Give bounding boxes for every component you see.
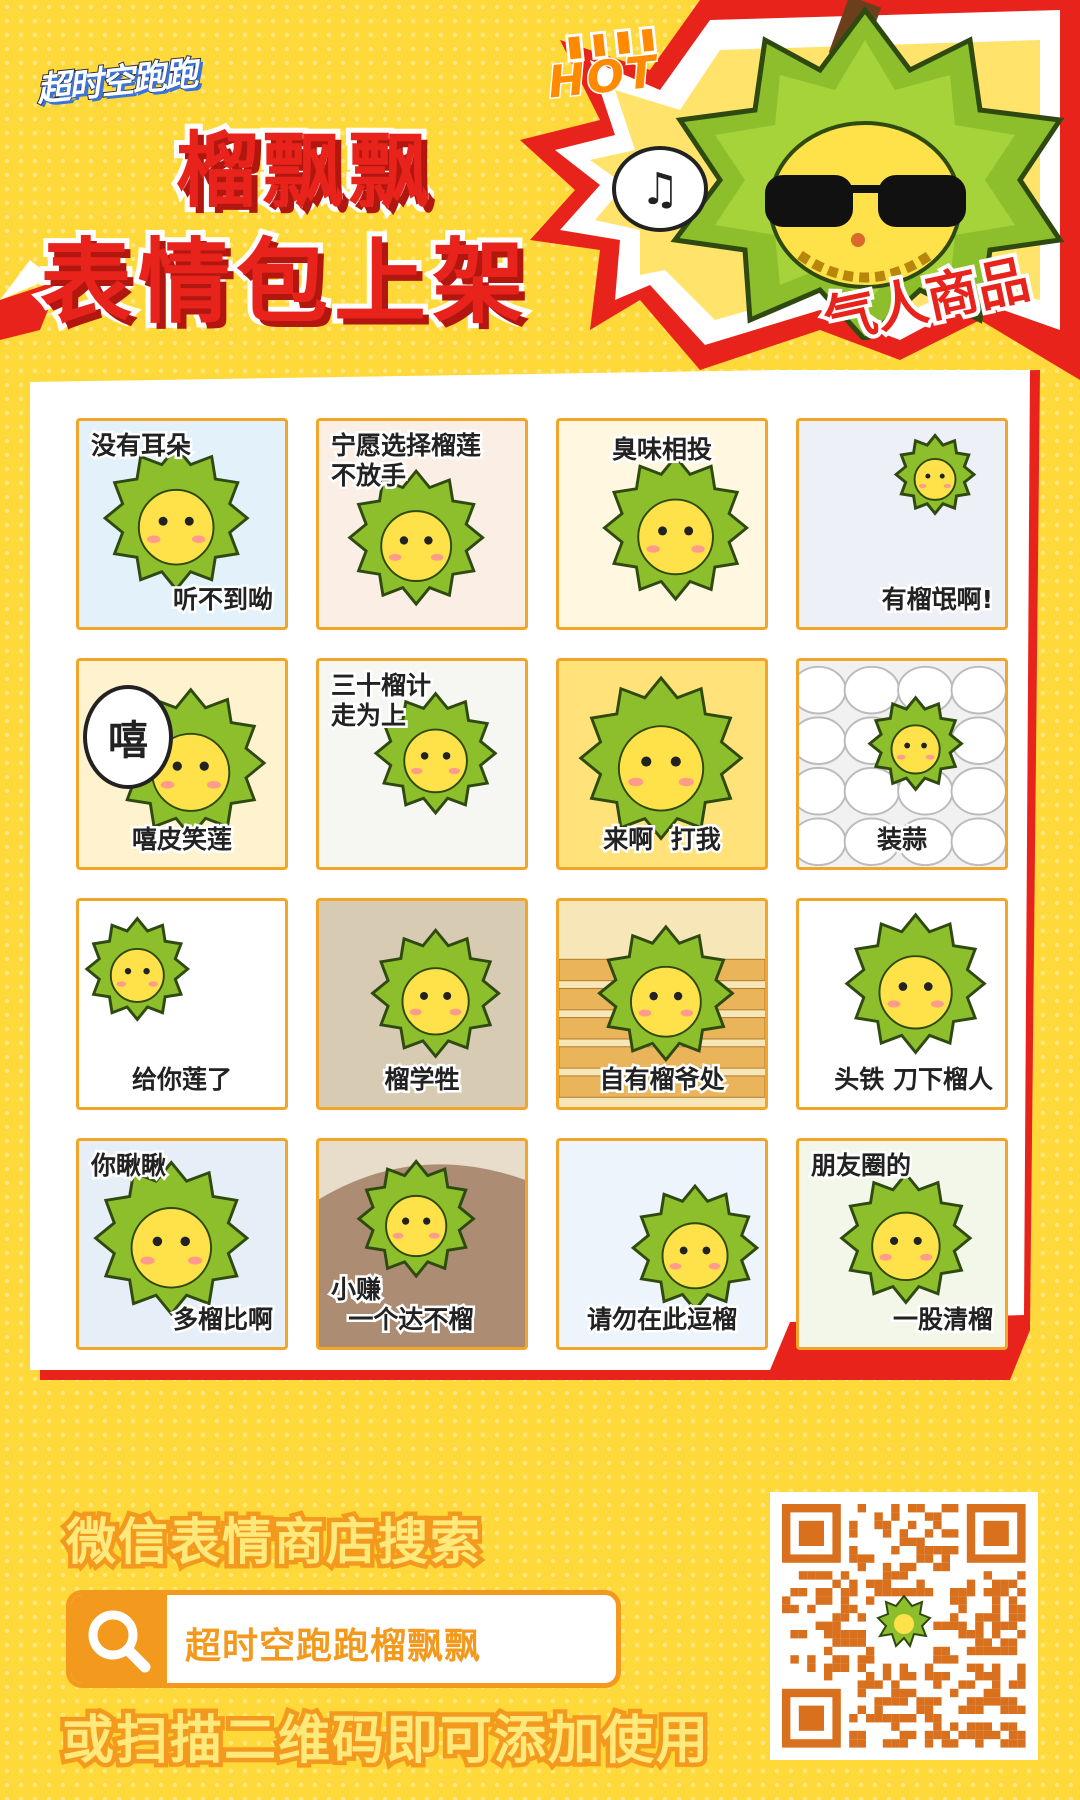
- sticker-11[interactable]: 自有榴爷处: [556, 898, 768, 1110]
- sticker-caption: 头铁 刀下榴人: [832, 1063, 996, 1097]
- sticker-13[interactable]: 你瞅瞅多榴比啊: [76, 1138, 288, 1350]
- sticker-15[interactable]: 请勿在此逗榴: [556, 1138, 768, 1350]
- sticker-caption: 装蒜: [874, 823, 929, 857]
- search-icon: [71, 1595, 167, 1683]
- sticker-caption: 三十榴计 走为上: [328, 669, 433, 733]
- sticker-6[interactable]: 三十榴计 走为上: [316, 658, 528, 870]
- sticker-caption: 朋友圈的: [808, 1149, 913, 1183]
- sticker-caption: 没有耳朵: [88, 429, 193, 463]
- title-line-1: 榴飘飘: [171, 119, 435, 224]
- music-note-icon: ♫: [640, 163, 680, 215]
- music-note-bubble: ♫: [612, 146, 708, 232]
- sticker-grid: 没有耳朵听不到呦 宁愿选择榴莲 不放手 臭味相投 有榴氓啊! 嘻皮笑莲 嘻 三十榴…: [76, 418, 1010, 1350]
- sticker-caption: 嘻皮笑莲: [129, 823, 234, 857]
- sticker-5[interactable]: 嘻皮笑莲 嘻: [76, 658, 288, 870]
- qr-code[interactable]: [770, 1492, 1038, 1760]
- sticker-1[interactable]: 没有耳朵听不到呦: [76, 418, 288, 630]
- sticker-caption: 有榴氓啊!: [879, 583, 995, 617]
- sticker-caption-2: 多榴比啊: [170, 1303, 275, 1337]
- sticker-caption: 自有榴爷处: [597, 1063, 727, 1097]
- sticker-caption: 宁愿选择榴莲 不放手: [328, 429, 483, 493]
- sticker-caption: 臭味相投: [609, 433, 714, 467]
- cta-line-2: 或扫描二维码即可添加使用: [57, 1707, 712, 1776]
- sticker-caption: 小赚 一个达不榴: [328, 1273, 475, 1337]
- sticker-caption: 你瞅瞅: [88, 1149, 168, 1183]
- sticker-caption-2: 一股清榴: [890, 1303, 995, 1337]
- sticker-8[interactable]: 装蒜: [796, 658, 1008, 870]
- sticker-caption-2: 听不到呦: [170, 583, 275, 617]
- sticker-4[interactable]: 有榴氓啊!: [796, 418, 1008, 630]
- sticker-12[interactable]: 头铁 刀下榴人: [796, 898, 1008, 1110]
- sticker-caption: 榴学牲: [382, 1063, 462, 1097]
- sticker-2[interactable]: 宁愿选择榴莲 不放手: [316, 418, 528, 630]
- sticker-7[interactable]: 来啊 打我: [556, 658, 768, 870]
- cta-line-1: 微信表情商店搜索: [62, 1509, 485, 1576]
- sticker-3[interactable]: 臭味相投: [556, 418, 768, 630]
- sticker-10[interactable]: 榴学牲: [316, 898, 528, 1110]
- search-box[interactable]: 超时空跑跑榴飘飘: [66, 1590, 621, 1688]
- game-logo: 超时空跑跑: [14, 24, 204, 112]
- sticker-caption: 来啊 打我: [601, 823, 723, 857]
- title-line-2: 表情包上架: [35, 224, 530, 341]
- speech-bubble: 嘻: [83, 685, 173, 789]
- sticker-caption: 给你莲了: [129, 1063, 234, 1097]
- search-text: 超时空跑跑榴飘飘: [185, 1626, 482, 1667]
- sticker-16[interactable]: 朋友圈的一股清榴: [796, 1138, 1008, 1350]
- sticker-caption: 请勿在此逗榴: [584, 1303, 739, 1337]
- sticker-14[interactable]: 小赚 一个达不榴: [316, 1138, 528, 1350]
- sticker-9[interactable]: 给你莲了: [76, 898, 288, 1110]
